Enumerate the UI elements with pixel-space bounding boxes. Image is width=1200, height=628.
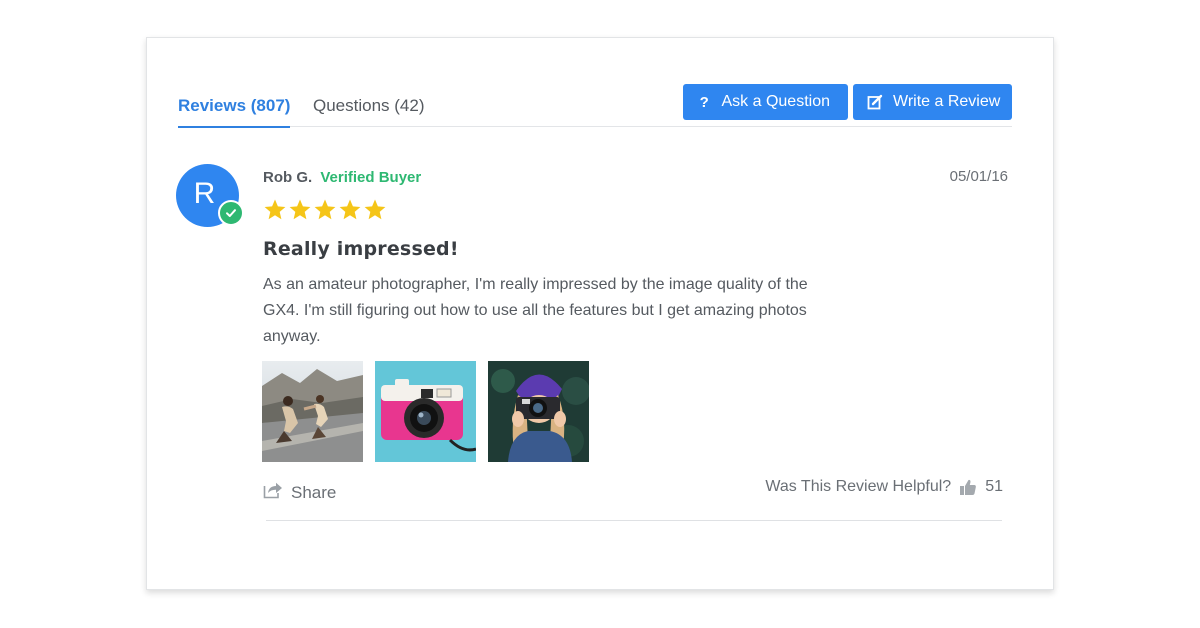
pink-camera-photo[interactable]	[375, 361, 476, 462]
reviews-widget: Reviews (807) Questions (42) ? Ask a Que…	[146, 37, 1054, 590]
helpful-row: Was This Review Helpful? 51	[765, 478, 1003, 496]
ask-question-button[interactable]: ? Ask a Question	[683, 84, 848, 120]
ask-question-label: Ask a Question	[721, 93, 831, 110]
question-mark-icon: ?	[699, 93, 709, 111]
share-button[interactable]: Share	[263, 481, 336, 504]
star-icon	[288, 198, 312, 222]
write-review-label: Write a Review	[893, 93, 1001, 110]
reviewer-line: Rob G. Verified Buyer	[263, 169, 421, 186]
share-icon	[263, 481, 283, 504]
woman-with-camera-photo[interactable]	[488, 361, 589, 462]
verified-check-icon	[218, 200, 244, 226]
divider	[266, 520, 1002, 521]
star-icon	[338, 198, 362, 222]
verified-buyer-badge: Verified Buyer	[320, 169, 422, 186]
star-icon	[263, 198, 287, 222]
reviewer-name: Rob G.	[263, 169, 313, 186]
star-icon	[363, 198, 387, 222]
star-icon	[313, 198, 337, 222]
helpful-count: 51	[985, 478, 1003, 495]
avatar-initial: R	[193, 176, 216, 210]
review-title: Really impressed!	[263, 238, 459, 260]
share-label: Share	[291, 482, 337, 502]
star-rating	[263, 198, 387, 222]
tab-questions[interactable]: Questions (42)	[313, 96, 425, 126]
review-photos	[262, 361, 589, 462]
tabs-bar: Reviews (807) Questions (42) ? Ask a Que…	[178, 84, 1012, 128]
tab-reviews[interactable]: Reviews (807)	[178, 96, 291, 128]
helpful-question: Was This Review Helpful?	[765, 478, 952, 495]
review-body: As an amateur photographer, I'm really i…	[263, 276, 808, 345]
thumbs-up-icon[interactable]	[959, 478, 977, 496]
skateboarders-photo[interactable]	[262, 361, 363, 462]
review-date: 05/01/16	[949, 168, 1008, 185]
edit-icon	[867, 94, 883, 110]
write-review-button[interactable]: Write a Review	[853, 84, 1012, 120]
